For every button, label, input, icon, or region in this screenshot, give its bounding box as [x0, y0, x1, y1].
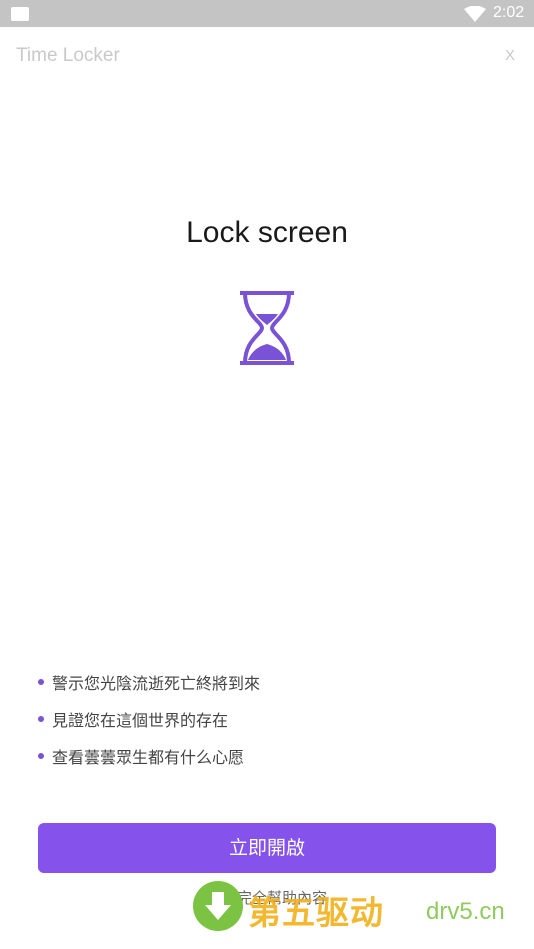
bullet-icon	[38, 678, 44, 685]
feature-text: 見證您在這個世界的存在	[52, 710, 229, 730]
bullet-icon	[38, 752, 44, 759]
bullet-icon	[38, 715, 44, 722]
feature-item: 見證您在這個世界的存在	[38, 700, 260, 737]
wifi-icon	[464, 6, 486, 22]
feature-list: 警示您光陰流逝死亡終將到來 見證您在這個世界的存在 查看蕓蕓眾生都有什么心愿	[38, 663, 260, 774]
notification-icon	[11, 7, 29, 21]
app-title: Time Locker	[16, 45, 120, 66]
enable-button[interactable]: 立即開啟	[38, 823, 496, 873]
status-bar: 2:02	[0, 0, 534, 27]
feature-item: 警示您光陰流逝死亡終將到來	[38, 663, 260, 700]
hourglass-icon	[240, 291, 294, 365]
feature-text: 警示您光陰流逝死亡終將到來	[52, 673, 261, 693]
close-button[interactable]: X	[505, 47, 515, 64]
feature-item: 查看蕓蕓眾生都有什么心愿	[38, 737, 260, 774]
help-link[interactable]: 查看完全幫助內容	[0, 887, 534, 908]
status-time: 2:02	[493, 4, 525, 21]
feature-text: 查看蕓蕓眾生都有什么心愿	[52, 747, 245, 767]
page-title: Lock screen	[186, 216, 348, 249]
